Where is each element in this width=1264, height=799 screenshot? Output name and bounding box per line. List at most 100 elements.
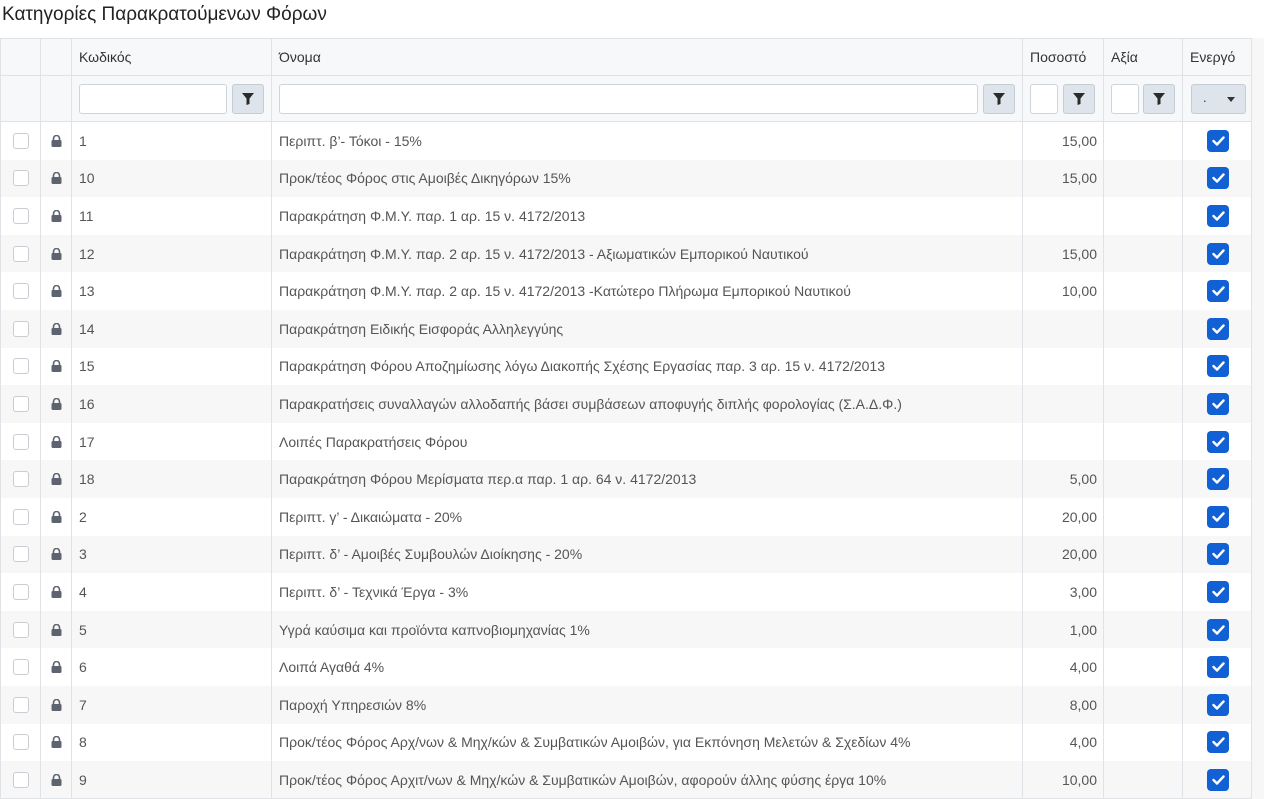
row-select-checkbox[interactable] (12, 471, 29, 488)
active-checkbox[interactable] (1207, 768, 1229, 791)
row-lock-cell (41, 122, 72, 160)
row-select-checkbox[interactable] (12, 508, 29, 525)
row-select-checkbox[interactable] (12, 320, 29, 337)
row-lock-cell (41, 385, 72, 423)
lock-icon (51, 548, 61, 561)
active-checkbox[interactable] (1207, 280, 1229, 303)
row-select-cell (1, 460, 41, 498)
column-header-value[interactable]: Αξία (1104, 39, 1183, 75)
table-row[interactable]: 15 Παρακράτηση Φόρου Αποζημίωσης λόγω Δια… (1, 347, 1251, 386)
active-checkbox[interactable] (1207, 204, 1229, 227)
table-row[interactable]: 11 Παρακράτηση Φ.Μ.Υ. παρ. 1 αρ. 15 ν. 41… (1, 197, 1251, 235)
active-checkbox[interactable] (1207, 656, 1229, 679)
active-checkbox[interactable] (1207, 129, 1229, 152)
code-filter-button[interactable] (232, 84, 264, 114)
name-cell: Παρακράτηση Ειδικής Εισφοράς Αλληλεγγύης (272, 310, 1023, 348)
value-cell (1104, 159, 1183, 198)
checkmark-icon (1211, 775, 1225, 785)
grid-body: 1 Περιπτ. β’- Τόκοι - 15% 15,00 10 Προκ/τέος… (1, 122, 1251, 798)
row-select-checkbox[interactable] (12, 170, 29, 187)
table-row[interactable]: 5 Υγρά καύσιμα και προϊόντα καπνοβιομηχαν… (1, 610, 1251, 649)
active-checkbox[interactable] (1207, 505, 1229, 528)
checkmark-icon (1211, 624, 1225, 635)
name-filter-button[interactable] (983, 84, 1015, 114)
row-select-checkbox[interactable] (12, 207, 29, 224)
value-cell (1104, 234, 1183, 273)
name-cell: Παρακράτηση Φ.Μ.Υ. παρ. 1 αρ. 15 ν. 4172… (272, 197, 1023, 235)
row-select-checkbox[interactable] (12, 245, 29, 262)
table-row[interactable]: 18 Παρακράτηση Φόρου Μερίσματα περ.α παρ.… (1, 460, 1251, 498)
value-cell (1104, 573, 1183, 611)
checkmark-icon (1211, 173, 1225, 184)
row-select-checkbox[interactable] (12, 546, 29, 563)
row-select-checkbox[interactable] (12, 283, 29, 300)
row-select-checkbox[interactable] (12, 771, 29, 788)
active-checkbox[interactable] (1207, 580, 1229, 603)
active-checkbox[interactable] (1207, 392, 1229, 415)
active-cell (1183, 235, 1251, 273)
table-row[interactable]: 4 Περιπτ. δ’ - Τεχνικά Έργα - 3% 3,00 (1, 573, 1251, 611)
active-checkbox[interactable] (1207, 693, 1229, 716)
code-filter-input[interactable] (79, 84, 227, 114)
table-row[interactable]: 3 Περιπτ. δ’ - Αμοιβές Συμβουλών Διοίκηση… (1, 535, 1251, 574)
row-select-checkbox[interactable] (12, 583, 29, 600)
row-select-checkbox[interactable] (12, 621, 29, 638)
active-checkbox[interactable] (1207, 731, 1229, 754)
column-header-active[interactable]: Ενεργό (1183, 39, 1251, 75)
table-row[interactable]: 8 Προκ/τέος Φόρος Αρχ/νων & Μηχ/κών & Συμ… (1, 723, 1251, 762)
table-row[interactable]: 9 Προκ/τέος Φόρος Αρχιτ/νων & Μηχ/κών & Σ… (1, 761, 1251, 798)
value-cell (1104, 686, 1183, 724)
table-row[interactable]: 17 Λοιπές Παρακρατήσεις Φόρου (1, 422, 1251, 461)
code-cell: 6 (72, 648, 272, 686)
header-row: Κωδικός Όνομα Ποσοστό Αξία Ενεργό (1, 39, 1251, 76)
active-checkbox[interactable] (1207, 242, 1229, 265)
row-select-checkbox[interactable] (12, 395, 29, 412)
table-row[interactable]: 1 Περιπτ. β’- Τόκοι - 15% 15,00 (1, 122, 1251, 160)
rate-filter-button[interactable] (1063, 84, 1095, 114)
name-cell: Προκ/τέος Φόρος Αρχιτ/νων & Μηχ/κών & Συ… (272, 761, 1023, 798)
active-checkbox[interactable] (1207, 355, 1229, 378)
active-checkbox[interactable] (1207, 317, 1229, 340)
code-cell: 16 (72, 385, 272, 423)
code-cell: 10 (72, 159, 272, 198)
table-row[interactable]: 10 Προκ/τέος Φόρος στις Αμοιβές Δικηγόρων… (1, 159, 1251, 198)
row-select-checkbox[interactable] (12, 659, 29, 676)
active-checkbox[interactable] (1207, 618, 1229, 641)
active-checkbox[interactable] (1207, 543, 1229, 566)
table-row[interactable]: 7 Παροχή Υπηρεσιών 8% 8,00 (1, 686, 1251, 724)
row-select-checkbox[interactable] (12, 358, 29, 375)
name-cell: Προκ/τέος Φόρος Αρχ/νων & Μηχ/κών & Συμβ… (272, 723, 1023, 762)
active-checkbox[interactable] (1207, 167, 1229, 190)
vertical-scrollbar[interactable] (1252, 38, 1264, 799)
table-row[interactable]: 6 Λοιπά Αγαθά 4% 4,00 (1, 648, 1251, 686)
value-filter-input[interactable] (1111, 84, 1139, 114)
table-row[interactable]: 2 Περιπτ. γ’ - Δικαιώματα - 20% 20,00 (1, 498, 1251, 536)
table-row[interactable]: 14 Παρακράτηση Ειδικής Εισφοράς Αλληλεγγύ… (1, 310, 1251, 348)
table-row[interactable]: 13 Παρακράτηση Φ.Μ.Υ. παρ. 2 αρ. 15 ν. 41… (1, 272, 1251, 310)
column-header-rate[interactable]: Ποσοστό (1023, 39, 1104, 75)
active-filter-selected: . (1203, 90, 1207, 105)
row-select-checkbox[interactable] (12, 734, 29, 751)
checkmark-icon (1211, 136, 1225, 146)
value-cell (1104, 347, 1183, 386)
row-select-checkbox[interactable] (12, 433, 29, 450)
value-filter-button[interactable] (1143, 84, 1175, 114)
active-cell (1183, 611, 1251, 649)
table-row[interactable]: 12 Παρακράτηση Φ.Μ.Υ. παρ. 2 αρ. 15 ν. 41… (1, 234, 1251, 273)
active-checkbox[interactable] (1207, 468, 1229, 491)
lock-icon (51, 510, 61, 523)
column-header-code[interactable]: Κωδικός (72, 39, 272, 75)
code-cell: 2 (72, 498, 272, 536)
row-select-checkbox[interactable] (12, 132, 29, 149)
active-checkbox[interactable] (1207, 430, 1229, 453)
name-filter-input[interactable] (279, 84, 978, 114)
filter-cell-rate (1023, 76, 1104, 121)
column-header-name[interactable]: Όνομα (272, 39, 1023, 75)
rate-filter-input[interactable] (1030, 84, 1058, 114)
checkmark-icon (1211, 512, 1225, 522)
row-select-checkbox[interactable] (12, 696, 29, 713)
table-row[interactable]: 16 Παρακρατήσεις συναλλαγών αλλοδαπής βάσ… (1, 385, 1251, 423)
row-lock-cell (41, 535, 72, 574)
value-cell (1104, 197, 1183, 235)
active-filter-select[interactable]: . (1191, 84, 1246, 114)
